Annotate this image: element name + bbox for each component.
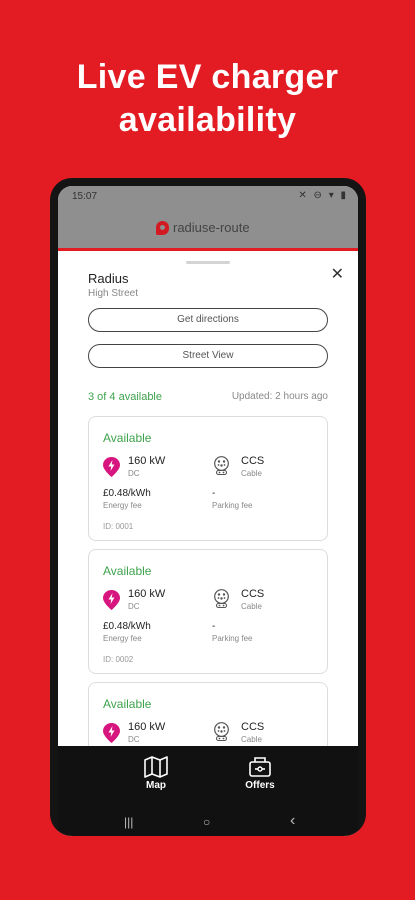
connector-type: CCS — [241, 455, 265, 467]
get-directions-button[interactable]: Get directions — [88, 308, 328, 332]
energy-price-label: Energy fee — [103, 501, 142, 510]
charger-status: Available — [103, 697, 152, 711]
promo-headline: Live EV charger availability — [0, 56, 415, 142]
charger-status: Available — [103, 564, 152, 578]
app-bar: radiuse-route — [58, 208, 358, 251]
home-icon[interactable]: ○ — [203, 815, 210, 829]
energy-price: £0.48/kWh — [103, 621, 151, 632]
ccs-connector-icon — [214, 456, 229, 475]
logo-text: radiuse-route — [173, 220, 250, 235]
street-view-button[interactable]: Street View — [88, 344, 328, 368]
status-icons: ✕ ⊖ ▾ ▮ — [298, 190, 348, 201]
station-street: High Street — [88, 288, 139, 299]
status-bar: 15:07 ✕ ⊖ ▾ ▮ — [58, 186, 358, 208]
updated-timestamp: Updated: 2 hours ago — [231, 391, 328, 402]
app-logo: radiuse-route — [156, 220, 250, 235]
ccs-connector-icon — [214, 722, 229, 741]
parking-price-label: Parking fee — [212, 634, 253, 643]
parking-price-label: Parking fee — [212, 501, 253, 510]
charger-card[interactable]: Available 160 kW DC CCS Cable £0.48/kWh — [88, 416, 328, 541]
availability-summary: 3 of 4 available — [88, 391, 162, 403]
charger-power: 160 kW — [128, 721, 166, 733]
charger-card[interactable]: Available 160 kW DC CCS Cable — [88, 682, 328, 746]
close-icon[interactable]: ✕ — [331, 267, 344, 283]
nav-offers-label: Offers — [245, 780, 275, 791]
connector-subtype: Cable — [241, 735, 262, 744]
charger-id: ID: 0001 — [103, 522, 134, 531]
lightning-pin-icon — [103, 457, 120, 477]
charger-current-type: DC — [128, 602, 140, 611]
charger-status: Available — [103, 431, 152, 445]
recents-icon[interactable]: ||| — [124, 815, 133, 829]
charger-power: 160 kW — [128, 455, 166, 467]
lightning-pin-icon — [103, 723, 120, 743]
parking-price: - — [212, 488, 216, 499]
bottom-navigation: Map Offers — [58, 746, 358, 810]
back-icon[interactable]: ‹ — [290, 812, 295, 830]
connector-subtype: Cable — [241, 602, 262, 611]
phone-frame: 15:07 ✕ ⊖ ▾ ▮ radiuse-route ✕ Radius Hig… — [50, 178, 366, 836]
nav-tab-offers[interactable]: Offers — [230, 756, 290, 791]
charger-card[interactable]: Available 160 kW DC CCS Cable £0.48/kWh — [88, 549, 328, 674]
energy-price-label: Energy fee — [103, 634, 142, 643]
logo-pin-icon — [156, 220, 169, 235]
station-name: Radius — [88, 271, 129, 286]
connector-subtype: Cable — [241, 469, 262, 478]
nav-map-label: Map — [146, 780, 166, 791]
connector-type: CCS — [241, 721, 265, 733]
sheet-drag-handle[interactable] — [186, 261, 230, 264]
system-navigation-bar: ||| ○ ‹ — [58, 810, 358, 836]
nav-tab-map[interactable]: Map — [126, 756, 186, 791]
status-time: 15:07 — [72, 191, 98, 202]
parking-price: - — [212, 621, 216, 632]
ccs-connector-icon — [214, 589, 229, 608]
charger-power: 160 kW — [128, 588, 166, 600]
map-icon — [144, 756, 168, 778]
phone-screen: 15:07 ✕ ⊖ ▾ ▮ radiuse-route ✕ Radius Hig… — [58, 186, 358, 836]
charger-details-sheet: ✕ Radius High Street Get directions Stre… — [58, 251, 358, 746]
offers-icon — [249, 757, 271, 777]
charger-current-type: DC — [128, 469, 140, 478]
headline-line-1: Live EV charger — [76, 58, 339, 96]
energy-price: £0.48/kWh — [103, 488, 151, 499]
charger-id: ID: 0002 — [103, 655, 134, 664]
headline-line-2: availability — [118, 101, 297, 139]
lightning-pin-icon — [103, 590, 120, 610]
charger-current-type: DC — [128, 735, 140, 744]
connector-type: CCS — [241, 588, 265, 600]
